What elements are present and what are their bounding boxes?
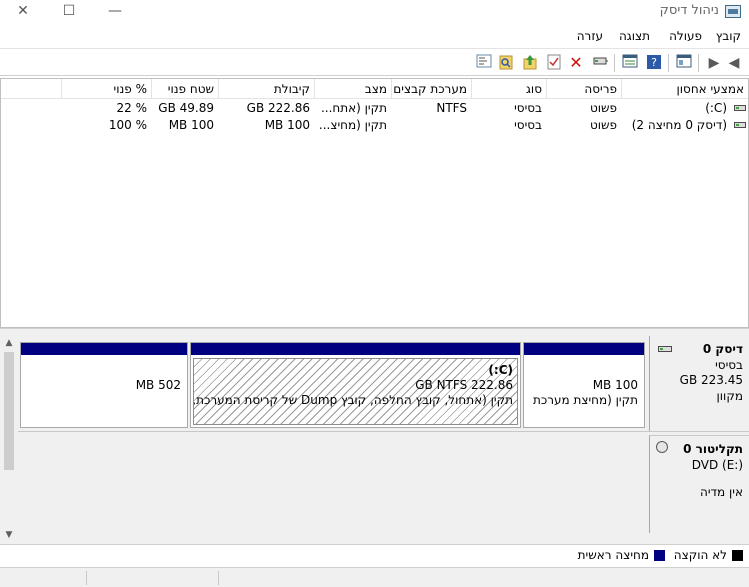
partition-c[interactable]: (C:) GB NTFS 222.86 תקין (אתחול, קובץ הח… (190, 342, 521, 428)
cell-type: בסיסי (514, 118, 542, 132)
title-bar: ✕ ☐ — ניהול דיסק (0, 0, 749, 26)
menu-view[interactable]: תצוגה (619, 29, 650, 43)
status-bar (0, 567, 749, 587)
toolbar-separator (698, 54, 699, 72)
minimize-button[interactable]: — (92, 0, 138, 22)
partition-status: תקין (אתחול, קובץ החלפה, קובץ Dump של קר… (193, 393, 513, 407)
window-title: ניהול דיסק (659, 3, 719, 18)
column-header-percent-free[interactable]: % פנוי (61, 79, 151, 99)
disk-0-info[interactable]: דיסק 0 בסיסי GB 223.45 מקוון (649, 336, 749, 431)
partition-header-bar (21, 343, 187, 355)
partition-header-bar (191, 343, 520, 355)
disk-size: GB 223.45 (679, 373, 743, 387)
scroll-down-icon[interactable]: ▼ (2, 528, 16, 542)
partition-system[interactable]: MB 100 תקין (מחיצת מערכת (523, 342, 645, 428)
cell-capacity: GB 222.86 (246, 101, 310, 115)
partition-title: (C:) (488, 363, 513, 377)
volume-drive-icon (734, 105, 746, 111)
column-header-capacity[interactable]: קיבולת (218, 79, 314, 99)
cell-capacity: MB 100 (264, 118, 310, 132)
partition-size: GB NTFS 222.86 (415, 378, 513, 392)
legend-primary-swatch (654, 550, 665, 561)
cell-filesystem: NTFS (436, 101, 467, 115)
toolbar-separator (668, 54, 669, 72)
menu-bar: קובץ פעולה תצוגה עזרה (0, 26, 749, 48)
cd-drive-icon (656, 441, 668, 453)
disk-management-app-icon (725, 5, 741, 18)
partition-body: MB 100 תקין (מחיצת מערכת (526, 358, 642, 425)
column-header-volume[interactable]: אמצעי אחסון (621, 79, 748, 99)
cdrom-type: DVD (E:) (691, 457, 743, 472)
column-header-filesystem[interactable]: מערכת קבצים (391, 79, 471, 99)
volume-list: אמצעי אחסון פריסה סוג מערכת קבצים מצב קי… (0, 78, 749, 328)
up-folder-icon[interactable] (521, 54, 539, 72)
properties-view-icon[interactable] (475, 54, 493, 72)
cell-percent-free: % 100 (108, 118, 147, 132)
disk-0-row: דיסק 0 בסיסי GB 223.45 מקוון MB 100 תקין… (18, 336, 749, 432)
scroll-up-icon[interactable]: ▲ (2, 336, 16, 350)
column-header-layout[interactable]: פריסה (546, 79, 621, 99)
partition-status: תקין (מחיצת מערכת (532, 393, 638, 407)
cdrom-0-row: תקליטור 0 DVD (E:) אין מדיה (18, 435, 749, 533)
search-icon[interactable] (497, 54, 515, 72)
menu-help[interactable]: עזרה (577, 29, 603, 43)
disk-graphical-view: ▲ ▼ דיסק 0 בסיסי GB 223.45 מקוון MB 100 … (0, 334, 749, 544)
connect-disk-icon[interactable] (591, 54, 609, 72)
cell-status: תקין (אתח... (320, 101, 387, 115)
cell-percent-free: % 22 (116, 101, 148, 115)
close-button[interactable]: ✕ (0, 0, 46, 22)
disk-type: בסיסי (715, 357, 743, 372)
svg-text:?: ? (651, 56, 657, 69)
column-header-type[interactable]: סוג (471, 79, 546, 99)
maximize-button[interactable]: ☐ (46, 0, 92, 22)
disk-state: מקוון (716, 388, 743, 403)
legend-unallocated-swatch (732, 550, 743, 561)
partition-body: (C:) GB NTFS 222.86 תקין (אתחול, קובץ הח… (193, 358, 518, 425)
partition-recovery[interactable]: MB 502 (20, 342, 188, 428)
properties-icon[interactable] (621, 54, 639, 72)
cell-layout: פשוט (589, 101, 617, 115)
cell-layout: פשוט (589, 118, 617, 132)
menu-action[interactable]: פעולה (669, 29, 702, 43)
check-icon[interactable] (545, 54, 563, 72)
partition-size: MB 100 (592, 378, 638, 392)
partition-header-bar (524, 343, 644, 355)
back-icon[interactable]: ◀ (725, 54, 743, 72)
toolbar: ◀ ▶ ? ✕ (0, 48, 749, 76)
show-hide-console-tree-icon[interactable] (675, 54, 693, 72)
status-separator (86, 571, 87, 585)
cell-status: תקין (מחיצ... (318, 118, 387, 132)
forward-icon[interactable]: ▶ (705, 54, 723, 72)
menu-file[interactable]: קובץ (716, 29, 741, 43)
delete-icon[interactable]: ✕ (567, 54, 585, 72)
cell-free-space: MB 100 (168, 118, 214, 132)
volume-list-header: אמצעי אחסון פריסה סוג מערכת קבצים מצב קי… (1, 79, 748, 99)
cdrom-0-info[interactable]: תקליטור 0 DVD (E:) אין מדיה (649, 435, 749, 533)
column-header-status[interactable]: מצב (314, 79, 391, 99)
cell-filesystem (391, 117, 471, 134)
cell-free-space: GB 49.89 (158, 101, 214, 115)
column-header-free-space[interactable]: שטח פנוי (151, 79, 218, 99)
legend-unallocated-label: לא הוקצה (673, 548, 727, 562)
toolbar-separator (614, 54, 615, 72)
partition-size: MB 502 (135, 378, 181, 392)
volume-drive-icon (734, 122, 746, 128)
legend-primary-label: מחיצה ראשית (577, 548, 649, 562)
cell-type: בסיסי (514, 101, 542, 115)
partition-body: MB 502 (23, 358, 185, 425)
status-separator (218, 571, 219, 585)
legend: לא הוקצה מחיצה ראשית (0, 544, 749, 566)
cdrom-name: תקליטור 0 (683, 442, 743, 456)
vertical-scrollbar[interactable]: ▲ ▼ (2, 336, 16, 542)
cdrom-state: אין מדיה (699, 485, 743, 499)
cell-volume: (דיסק 0 מחיצה 2) (631, 118, 727, 132)
help-icon[interactable]: ? (645, 54, 663, 72)
cell-volume: (C:) (705, 101, 727, 115)
hard-disk-icon (658, 346, 672, 352)
scrollbar-thumb[interactable] (4, 352, 14, 470)
